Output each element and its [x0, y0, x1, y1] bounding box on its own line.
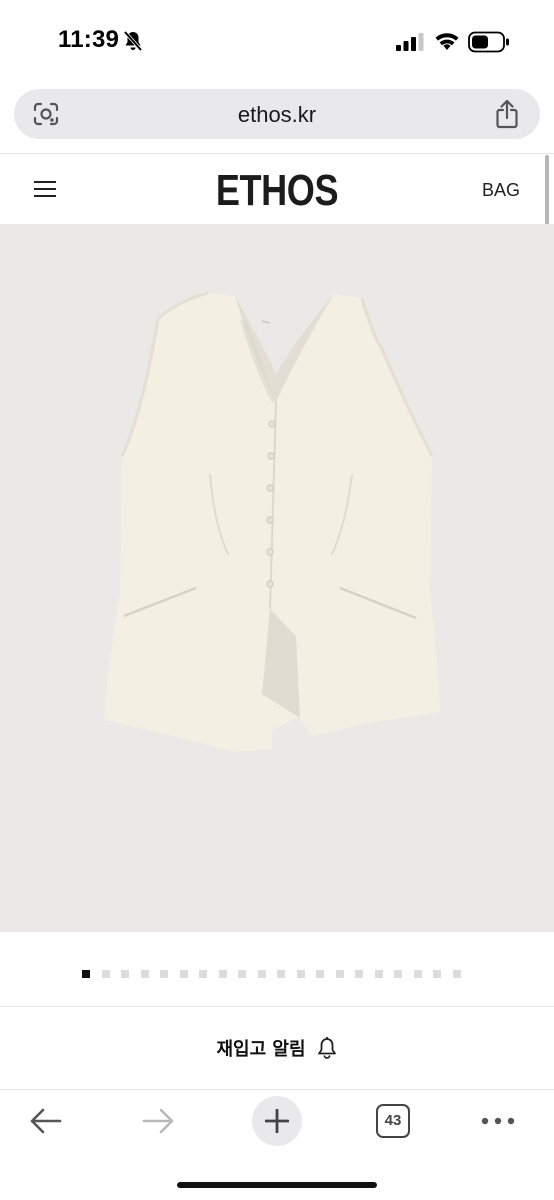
carousel-dot[interactable] — [179, 970, 188, 978]
bag-link[interactable]: BAG — [482, 180, 520, 201]
product-image[interactable] — [0, 224, 554, 932]
carousel-dot[interactable] — [355, 970, 363, 978]
carousel-dot[interactable] — [160, 970, 168, 978]
wifi-icon — [435, 33, 459, 50]
share-icon[interactable] — [494, 99, 520, 129]
carousel-dot[interactable] — [101, 970, 110, 978]
carousel-dot[interactable] — [257, 970, 266, 978]
brand-logo[interactable]: ETHOS — [50, 166, 504, 216]
carousel-dot[interactable] — [199, 970, 207, 978]
signal-icon — [396, 33, 424, 51]
carousel-dot[interactable] — [433, 970, 441, 978]
restock-label: 재입고 알림 — [216, 1039, 306, 1060]
more-icon[interactable] — [480, 1116, 516, 1126]
status-bar: 11:39 — [0, 0, 554, 84]
tab-count: 43 — [384, 1112, 402, 1129]
plus-icon — [265, 1109, 289, 1133]
home-indicator — [177, 1182, 377, 1188]
carousel-dots[interactable] — [82, 970, 461, 980]
carousel-dot[interactable] — [218, 970, 227, 978]
carousel-dot[interactable] — [316, 970, 324, 978]
carousel-dot[interactable] — [413, 970, 422, 978]
carousel-dot[interactable] — [335, 970, 344, 978]
carousel-dot[interactable] — [452, 970, 461, 978]
carousel-dot[interactable] — [296, 970, 305, 978]
divider — [0, 1006, 554, 1007]
carousel-dot[interactable] — [277, 970, 285, 978]
carousel-dot[interactable] — [374, 970, 383, 978]
status-time: 11:39 — [58, 26, 120, 53]
carousel-dot[interactable] — [140, 970, 149, 978]
tabs-button[interactable]: 43 — [376, 1104, 410, 1138]
browser-toolbar: 43 — [0, 1090, 554, 1200]
carousel-dot[interactable] — [238, 970, 246, 978]
carousel-dot[interactable] — [394, 970, 402, 978]
battery-icon — [468, 31, 509, 53]
silent-mode-icon — [123, 30, 143, 52]
back-arrow-icon[interactable] — [28, 1106, 62, 1136]
url-text[interactable]: ethos.kr — [14, 102, 540, 128]
site-header: ETHOS BAG — [0, 154, 554, 224]
restock-notify-button[interactable]: 재입고 알림 — [0, 1030, 554, 1066]
new-tab-button[interactable] — [252, 1096, 302, 1146]
cream-vest-image — [104, 291, 440, 752]
forward-arrow-icon[interactable] — [142, 1106, 176, 1136]
bell-icon — [317, 1037, 336, 1059]
address-bar[interactable]: ethos.kr — [14, 89, 540, 139]
carousel-dot[interactable] — [82, 970, 90, 978]
carousel-dot[interactable] — [121, 970, 129, 978]
